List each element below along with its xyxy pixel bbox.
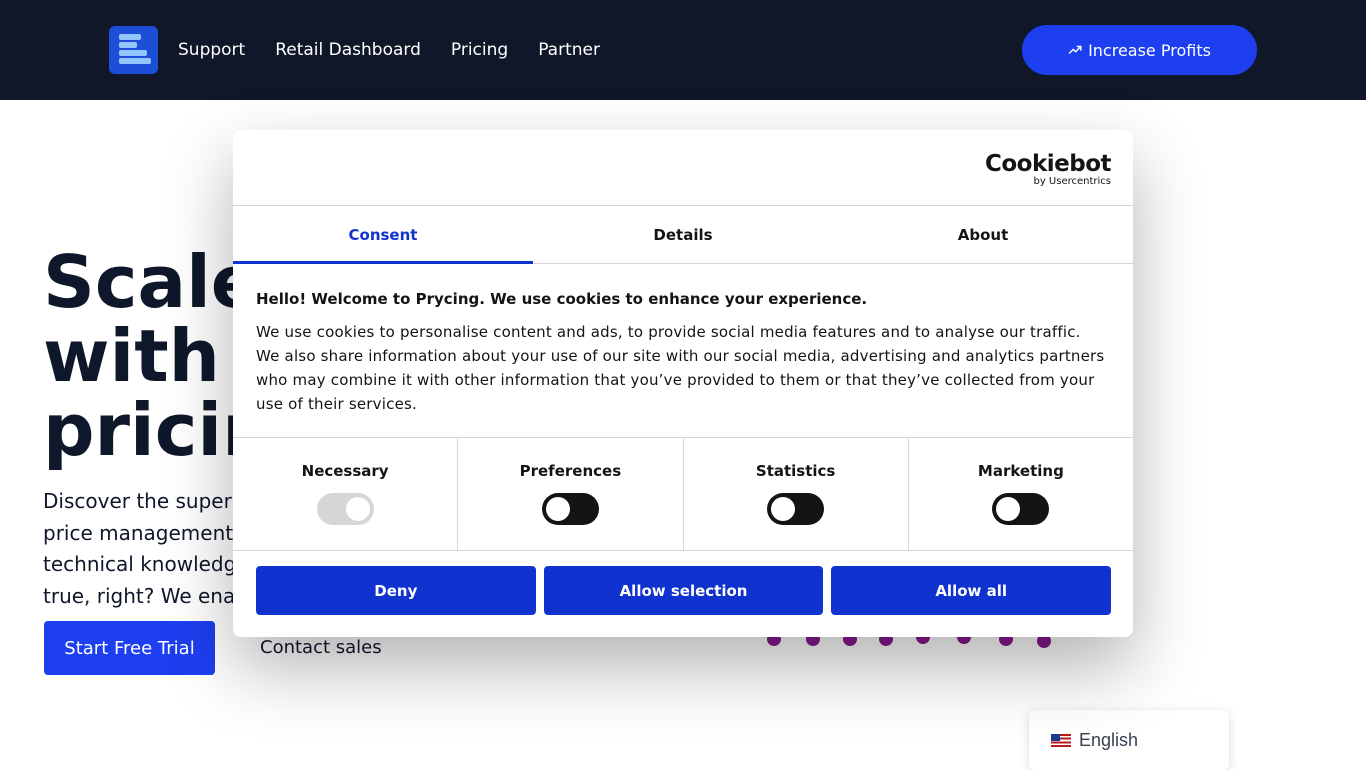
switch-statistics: Statistics bbox=[684, 438, 909, 550]
allow-selection-button[interactable]: Allow selection bbox=[543, 566, 824, 615]
main-nav: Support Retail Dashboard Pricing Partner bbox=[178, 38, 600, 62]
deny-button[interactable]: Deny bbox=[256, 566, 536, 615]
switch-necessary: Necessary bbox=[233, 438, 459, 550]
trending-up-icon bbox=[1068, 45, 1082, 55]
increase-profits-button[interactable]: Increase Profits bbox=[1022, 25, 1257, 75]
preferences-toggle[interactable] bbox=[541, 493, 599, 525]
nav-link-pricing[interactable]: Pricing bbox=[451, 38, 508, 62]
logo-icon[interactable] bbox=[109, 26, 158, 74]
nav-link-partner[interactable]: Partner bbox=[538, 38, 600, 62]
us-flag-icon bbox=[1051, 733, 1071, 747]
cookiebot-brand-sub: by Usercentrics bbox=[1033, 176, 1111, 187]
increase-profits-label: Increase Profits bbox=[1088, 40, 1211, 60]
switch-label: Marketing bbox=[977, 462, 1064, 480]
switch-label: Necessary bbox=[301, 462, 389, 480]
contact-sales-link[interactable]: Contact sales bbox=[260, 637, 382, 658]
switch-preferences: Preferences bbox=[458, 438, 684, 550]
cookie-consent-dialog: Cookiebot by Usercentrics Consent Detail… bbox=[233, 130, 1133, 637]
nav-link-support[interactable]: Support bbox=[178, 38, 245, 62]
switch-label: Preferences bbox=[519, 462, 622, 480]
switch-marketing: Marketing bbox=[909, 438, 1133, 550]
statistics-toggle[interactable] bbox=[767, 493, 825, 525]
tab-about[interactable]: About bbox=[833, 206, 1133, 263]
nav-link-retail-dashboard[interactable]: Retail Dashboard bbox=[275, 38, 421, 62]
cookie-heading: Hello! Welcome to Prycing. We use cookie… bbox=[256, 290, 868, 308]
cookie-description: We use cookies to personalise content an… bbox=[256, 323, 1105, 413]
start-free-trial-button[interactable]: Start Free Trial bbox=[44, 621, 215, 675]
necessary-toggle bbox=[316, 493, 374, 525]
cookie-category-switches: Necessary Preferences Statistics Marketi… bbox=[233, 437, 1133, 551]
cookiebot-brand: Cookiebot bbox=[984, 151, 1112, 177]
language-label: English bbox=[1079, 729, 1139, 750]
cookie-tabs: Consent Details About bbox=[233, 205, 1133, 264]
tab-details[interactable]: Details bbox=[533, 206, 833, 263]
cookie-actions: Deny Allow selection Allow all bbox=[256, 566, 1112, 615]
language-switcher[interactable]: English bbox=[1029, 710, 1229, 770]
tab-consent[interactable]: Consent bbox=[233, 206, 533, 264]
switch-label: Statistics bbox=[755, 462, 836, 480]
cookie-body: Hello! Welcome to Prycing. We use cookie… bbox=[256, 290, 1106, 416]
allow-all-button[interactable]: Allow all bbox=[831, 566, 1112, 615]
cookiebot-logo: Cookiebot by Usercentrics bbox=[984, 151, 1112, 187]
top-navbar: Support Retail Dashboard Pricing Partner… bbox=[0, 0, 1366, 100]
marketing-toggle[interactable] bbox=[992, 493, 1050, 525]
